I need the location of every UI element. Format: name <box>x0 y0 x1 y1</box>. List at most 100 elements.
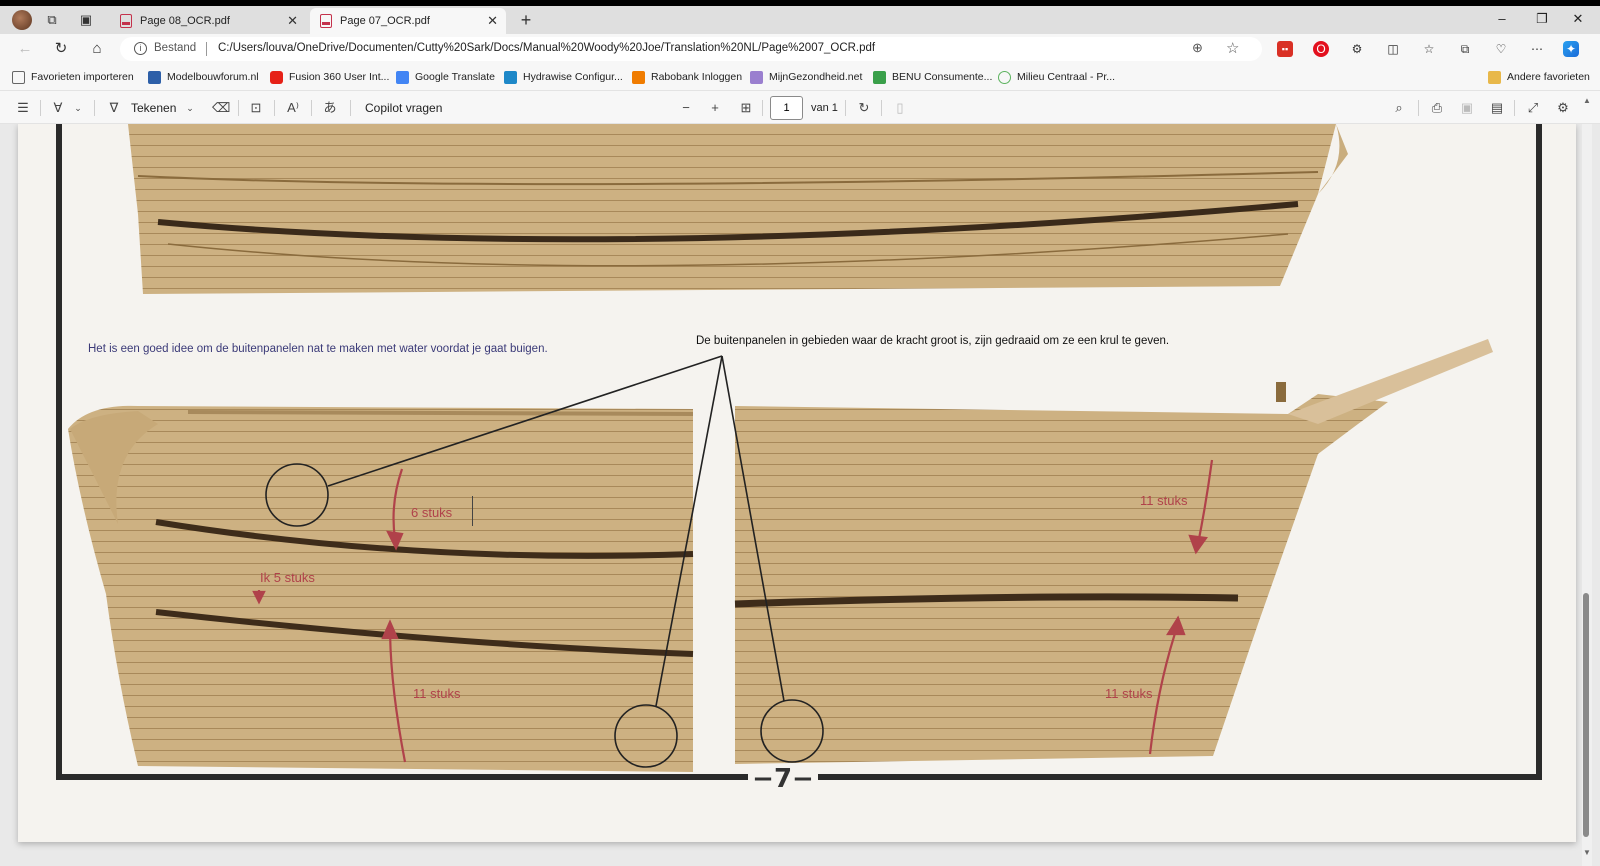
read-aloud-icon[interactable]: A⁾ <box>284 99 302 117</box>
address-bar[interactable]: i Bestand C:/Users/louva/OneDrive/Docume… <box>120 37 1262 61</box>
favorite-label: Fusion 360 User Int... <box>289 71 390 83</box>
tab-title: Page 08_OCR.pdf <box>140 15 230 27</box>
address-bar-row: ← ↻ ⌂ i Bestand C:/Users/louva/OneDrive/… <box>0 34 1600 64</box>
tab-page-08[interactable]: Page 08_OCR.pdf ✕ <box>110 8 306 34</box>
draw-dropdown-icon[interactable]: ⌄ <box>184 99 196 117</box>
text-box-icon[interactable]: ⊡ <box>248 99 264 117</box>
fullscreen-icon[interactable]: ⤢ <box>1524 99 1542 117</box>
toolbar-divider <box>274 100 275 116</box>
favorite-modelbouwforum[interactable]: Modelbouwforum.nl <box>148 68 259 86</box>
page-total-label: van 1 <box>811 102 838 114</box>
favorite-star-icon[interactable]: ☆ <box>1226 39 1239 57</box>
opera-extension-icon[interactable]: O <box>1313 41 1329 57</box>
rotate-icon[interactable]: ↻ <box>855 99 873 117</box>
caption-twisted-panels: De buitenpanelen in gebieden waar de kra… <box>696 335 1170 347</box>
favorite-other-folder[interactable]: Andere favorieten <box>1488 68 1590 86</box>
favorite-import[interactable]: Favorieten importeren <box>12 68 134 86</box>
label-left-upper: 6 stuks <box>411 505 453 520</box>
fit-page-icon[interactable]: ⊞ <box>737 99 755 117</box>
eraser-icon[interactable]: ⌫ <box>212 99 230 117</box>
copilot-icon[interactable]: ✦ <box>1563 41 1579 57</box>
favorite-label: Andere favorieten <box>1507 71 1590 83</box>
favorite-label: Rabobank Inloggen <box>651 71 743 83</box>
favorite-label: MijnGezondheid.net <box>769 71 863 83</box>
print-icon[interactable]: ⎙ <box>1428 99 1446 117</box>
close-tab-icon[interactable]: ✕ <box>487 13 498 29</box>
left-hull-image <box>68 405 694 772</box>
translate-icon[interactable]: あ <box>320 99 340 117</box>
favorite-benu[interactable]: BENU Consumente... <box>873 68 992 86</box>
favorites-icon[interactable]: ☆ <box>1421 41 1437 57</box>
pdf-viewport[interactable]: Het is een goed idee om de buitenpanelen… <box>0 124 1600 866</box>
search-icon[interactable]: ⌕ <box>1390 99 1408 117</box>
extensions-icon[interactable]: ⚙ <box>1349 41 1365 57</box>
caption-wet-panels: Het is een goed idee om de buitenpanelen… <box>88 343 548 355</box>
info-icon[interactable]: i <box>134 42 147 55</box>
scroll-down-icon[interactable]: ▼ <box>1583 848 1591 857</box>
split-screen-icon[interactable]: ◫ <box>1385 41 1401 57</box>
text-cursor <box>472 496 473 526</box>
save-icon[interactable]: ▣ <box>1458 99 1476 117</box>
close-window-button[interactable]: ✕ <box>1558 6 1598 32</box>
youtube-icon <box>270 70 283 84</box>
label-left-mid: Ik 5 stuks <box>260 570 315 585</box>
top-hull-image <box>128 124 1336 294</box>
scrollbar-thumb[interactable] <box>1583 593 1589 837</box>
url-text[interactable]: C:/Users/louva/OneDrive/Documenten/Cutty… <box>218 42 875 54</box>
copilot-button[interactable]: Copilot vragen <box>365 101 442 115</box>
manual-illustration <box>56 124 1542 780</box>
favorite-google-translate[interactable]: Google Translate <box>396 68 495 86</box>
toolbar-divider <box>881 100 882 116</box>
favorite-label: Modelbouwforum.nl <box>167 71 259 83</box>
favorite-hydrawise[interactable]: Hydrawise Configur... <box>504 68 623 86</box>
more-menu-icon[interactable]: ⋯ <box>1529 41 1545 57</box>
favorite-label: Milieu Centraal - Pr... <box>1017 71 1116 83</box>
label-right-lower: 11 stuks <box>1105 686 1153 701</box>
favorite-milieu-centraal[interactable]: Milieu Centraal - Pr... <box>998 68 1115 86</box>
health-icon <box>750 70 763 84</box>
extension-red-icon[interactable]: ▪▪ <box>1277 41 1293 57</box>
highlight-icon[interactable]: ∀ <box>50 99 66 117</box>
favorite-label: Favorieten importeren <box>31 71 134 83</box>
favorite-fusion360[interactable]: Fusion 360 User Int... <box>270 68 389 86</box>
url-divider <box>206 42 207 56</box>
zoom-in-icon[interactable]: + <box>707 99 723 117</box>
scroll-up-icon[interactable]: ▲ <box>1583 96 1591 105</box>
draw-icon[interactable]: ∇ <box>106 99 122 117</box>
toolbar-divider <box>350 100 351 116</box>
workspaces-icon[interactable]: ⧉ <box>38 7 66 33</box>
site-label: Bestand <box>154 42 197 54</box>
draw-button[interactable]: Tekenen <box>131 101 176 115</box>
favorite-rabobank[interactable]: Rabobank Inloggen <box>632 68 742 86</box>
page-number-input[interactable] <box>770 96 803 120</box>
favorite-label: BENU Consumente... <box>892 71 993 83</box>
back-icon[interactable]: ← <box>14 39 36 59</box>
toolbar-divider <box>845 100 846 116</box>
folder-icon <box>1488 70 1501 84</box>
performance-icon[interactable]: ♡ <box>1493 41 1509 57</box>
tab-actions-icon[interactable]: ▣ <box>72 7 100 33</box>
close-tab-icon[interactable]: ✕ <box>287 13 298 29</box>
zoom-out-icon[interactable]: − <box>678 99 694 117</box>
hydrawise-icon <box>504 70 517 84</box>
minimize-button[interactable]: – <box>1482 6 1522 32</box>
collections-icon[interactable]: ⧉ <box>1457 41 1473 57</box>
favorite-label: Hydrawise Configur... <box>523 71 623 83</box>
home-icon[interactable]: ⌂ <box>86 39 108 59</box>
refresh-icon[interactable]: ↻ <box>50 39 72 59</box>
settings-icon[interactable]: ⚙ <box>1554 99 1572 117</box>
toolbar-divider <box>94 100 95 116</box>
pdf-toolbar: ☰ ∀ ⌄ ∇ Tekenen ⌄ ⌫ ⊡ A⁾ あ Copilot vrage… <box>0 90 1600 124</box>
zoom-icon[interactable]: ⊕ <box>1192 40 1203 56</box>
pdf-icon <box>320 14 332 28</box>
new-tab-button[interactable]: + <box>512 7 540 33</box>
toolbar-divider <box>311 100 312 116</box>
page-view-icon[interactable]: ▯ <box>892 99 908 117</box>
contents-icon[interactable]: ☰ <box>14 99 32 117</box>
tab-page-07[interactable]: Page 07_OCR.pdf ✕ <box>310 8 506 34</box>
restore-button[interactable]: ❐ <box>1522 6 1562 32</box>
save-as-icon[interactable]: ▤ <box>1488 99 1506 117</box>
favorite-mijngezondheid[interactable]: MijnGezondheid.net <box>750 68 862 86</box>
profile-button[interactable] <box>8 7 36 33</box>
highlight-dropdown-icon[interactable]: ⌄ <box>72 99 84 117</box>
